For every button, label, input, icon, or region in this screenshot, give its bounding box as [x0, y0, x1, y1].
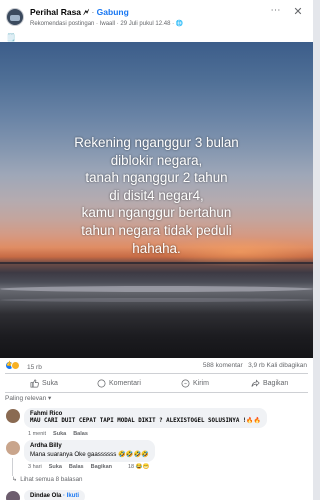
share-icon	[251, 378, 260, 387]
comment-share-link[interactable]: Bagikan	[91, 464, 112, 470]
commenter-name[interactable]: Ardha Billy	[30, 443, 149, 449]
post-caption: 🗒️	[6, 33, 16, 42]
post-page: Perihal Rasa 🗲 · Gabung Rekomendasi post…	[0, 0, 313, 500]
image-text-line: hahaha.	[132, 240, 181, 256]
comment-sort-dropdown[interactable]: Paling relevan ▾	[5, 394, 51, 402]
comment-button[interactable]: Komentari	[97, 377, 141, 389]
comment-bubble: Fahmi Rico MAU CARI DUIT CEPAT TAPI MODA…	[24, 408, 267, 428]
page-avatar[interactable]	[6, 8, 24, 26]
post-stats: 15 rb 588 komentar 3,9 rb Kali dibagikan	[0, 359, 313, 373]
post-meta: Rekomendasi postingan · Iwaall · 29 Juli…	[30, 21, 184, 27]
comment-reply-link[interactable]: Balas	[69, 464, 84, 470]
thread-line	[12, 458, 13, 476]
send-label: Kirim	[193, 379, 209, 387]
image-text-line: Rekening nganggur 3 bulan	[74, 135, 239, 150]
page-name[interactable]: Perihal Rasa	[30, 7, 81, 17]
share-count[interactable]: 3,9 rb Kali dibagikan	[248, 362, 307, 369]
comment-meta: 1 menit Suka Balas	[28, 431, 88, 437]
close-icon[interactable]: ✕	[291, 6, 305, 18]
page-name-line: Perihal Rasa 🗲 · Gabung	[30, 7, 129, 18]
comment-reply-link[interactable]: Balas	[73, 431, 88, 437]
action-bar: Suka Komentari Kirim Bagikan	[0, 374, 313, 392]
comment-text: MAU CARI DUIT CEPAT TAPI MODAL DIKIT ? A…	[30, 418, 261, 424]
image-text-line: tahun negara tidak peduli	[81, 222, 232, 238]
separator: ·	[91, 7, 95, 17]
comment-label: Komentari	[109, 379, 141, 387]
comment-text: Mana suaranya Oke gaassssss 🤣🤣🤣🤣	[30, 451, 149, 458]
wave	[0, 286, 313, 292]
reaction-count[interactable]: 15 rb	[27, 364, 42, 371]
see-more-label: Lihat semua 8 balasan	[20, 476, 83, 483]
comment-reaction-count[interactable]: 18 😂😁	[128, 464, 149, 470]
share-button[interactable]: Bagikan	[251, 377, 288, 389]
haha-reaction-icon	[11, 361, 20, 370]
share-label: Bagikan	[263, 379, 289, 387]
divider	[5, 392, 308, 393]
commenter-name[interactable]: Dindae Ola	[30, 493, 61, 499]
send-button[interactable]: Kirim	[181, 377, 209, 389]
comment-share-counts: 588 komentar 3,9 rb Kali dibagikan	[203, 362, 307, 369]
image-text-line: diblokir negara,	[110, 152, 203, 168]
comment-like-link[interactable]: Suka	[53, 431, 66, 437]
image-text-line: kamu nganggur bertahun	[81, 205, 232, 221]
comment-time[interactable]: 1 menit	[28, 431, 46, 437]
image-overlay-text: Rekening nganggur 3 bulan diblokir negar…	[18, 134, 295, 257]
comment-bubble: Ardha Billy Mana suaranya Oke gaassssss …	[24, 440, 155, 462]
comment-bubble: Dindae Ola · Ikuti	[24, 490, 86, 500]
commenter-name[interactable]: Fahmi Rico	[30, 411, 261, 417]
commenter-avatar[interactable]	[6, 491, 20, 500]
verified-icon: 🗲	[83, 7, 90, 17]
commenter-name-line: Dindae Ola · Ikuti	[30, 493, 79, 499]
post-image[interactable]: Rekening nganggur 3 bulan diblokir negar…	[0, 42, 313, 358]
comment-like-link[interactable]: Suka	[49, 464, 62, 470]
like-button[interactable]: Suka	[30, 377, 58, 389]
see-more-replies[interactable]: ↳ Lihat semua 8 balasan	[12, 476, 82, 483]
wave	[0, 298, 313, 302]
like-label: Suka	[42, 379, 58, 387]
join-link[interactable]: Gabung	[97, 7, 129, 17]
image-text-line: tanah nganggur 2 tahun	[85, 170, 228, 186]
commenter-avatar[interactable]	[6, 409, 20, 423]
reply-arrow-icon: ↳	[12, 476, 18, 483]
comment-meta: 3 hari Suka Balas Bagikan	[28, 464, 112, 470]
horizon-line	[0, 262, 313, 264]
more-options-icon[interactable]: ⋯	[267, 6, 283, 18]
comment-count[interactable]: 588 komentar	[203, 362, 243, 369]
follow-link[interactable]: · Ikuti	[63, 493, 79, 499]
commenter-avatar[interactable]	[6, 441, 20, 455]
image-text-line: di disit4 negar4,	[109, 187, 204, 203]
comment-icon	[97, 379, 106, 387]
comment-time[interactable]: 3 hari	[28, 464, 42, 470]
thumbs-up-icon	[30, 379, 39, 387]
messenger-icon	[181, 379, 190, 387]
